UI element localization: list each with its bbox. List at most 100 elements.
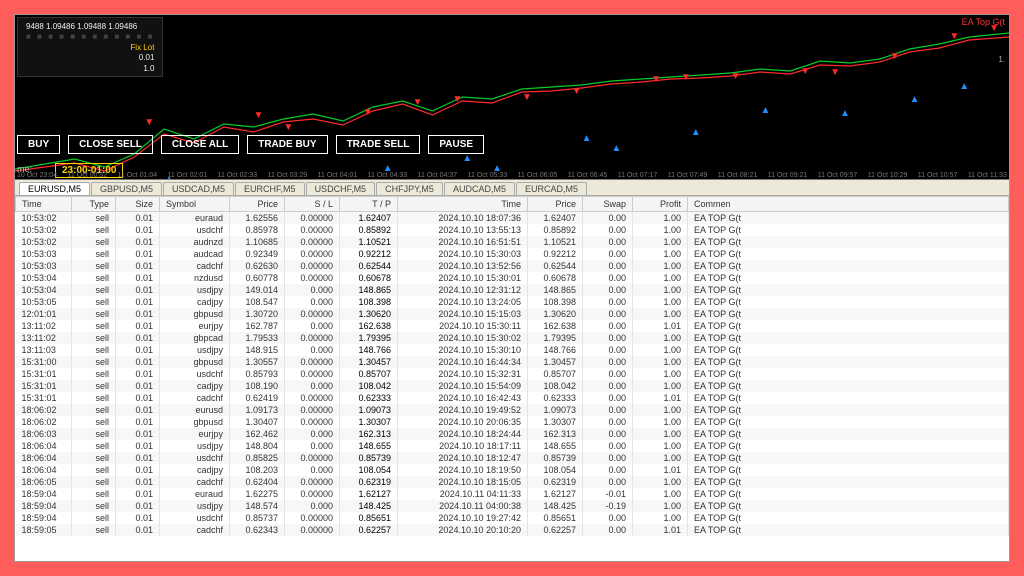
col-profit[interactable]: Profit (633, 197, 688, 212)
col-sl[interactable]: S / L (285, 197, 340, 212)
table-row[interactable]: 13:11:02sell0.01gbpcad1.795330.000001.79… (16, 332, 1009, 344)
cell-sym: euraud (160, 488, 230, 500)
trade-history-table[interactable]: TimeTypeSizeSymbolPriceS / LT / PTimePri… (15, 196, 1009, 561)
table-row[interactable]: 15:31:01sell0.01cadjpy108.1900.000108.04… (16, 380, 1009, 392)
table-row[interactable]: 10:53:02sell0.01usdchf0.859780.000000.85… (16, 224, 1009, 236)
table-row[interactable]: 18:06:02sell0.01gbpusd1.304070.000001.30… (16, 416, 1009, 428)
cell-size: 0.01 (116, 404, 160, 416)
cell-type: sell (72, 320, 116, 332)
cell-profit: 1.01 (633, 464, 688, 476)
cell-t: 10:53:02 (16, 212, 72, 225)
buy-button[interactable]: BUY (17, 135, 60, 154)
table-row[interactable]: 18:06:03sell0.01eurjpy162.4620.000162.31… (16, 428, 1009, 440)
cell-price: 108.203 (230, 464, 285, 476)
cell-price: 0.62343 (230, 524, 285, 536)
cell-t: 15:31:01 (16, 392, 72, 404)
tab-usdcad-m5[interactable]: USDCAD,M5 (163, 182, 234, 195)
table-row[interactable]: 18:06:05sell0.01cadchf0.624040.000000.62… (16, 476, 1009, 488)
cell-cp: 1.62407 (528, 212, 583, 225)
close-all-button[interactable]: CLOSE ALL (161, 135, 239, 154)
col-price[interactable]: Price (230, 197, 285, 212)
tab-eurusd-m5[interactable]: EURUSD,M5 (19, 182, 90, 195)
cell-c: EA TOP G(t (688, 488, 1009, 500)
cell-c: EA TOP G(t (688, 500, 1009, 512)
tab-gbpusd-m5[interactable]: GBPUSD,M5 (91, 182, 162, 195)
cell-t: 18:59:04 (16, 512, 72, 524)
cell-price: 1.30720 (230, 308, 285, 320)
cell-sym: cadjpy (160, 464, 230, 476)
table-row[interactable]: 10:53:05sell0.01cadjpy108.5470.000108.39… (16, 296, 1009, 308)
x-tick: 11 Oct 10:57 (918, 172, 958, 179)
cell-price: 108.190 (230, 380, 285, 392)
table-row[interactable]: 10:53:04sell0.01usdjpy149.0140.000148.86… (16, 284, 1009, 296)
cell-tp: 0.85707 (340, 368, 398, 380)
cell-price: 1.30557 (230, 356, 285, 368)
tab-eurcad-m5[interactable]: EURCAD,M5 (516, 182, 587, 195)
cell-sym: usdjpy (160, 500, 230, 512)
cell-type: sell (72, 272, 116, 284)
cell-size: 0.01 (116, 392, 160, 404)
table-row[interactable]: 18:59:05sell0.01cadchf0.623430.000000.62… (16, 524, 1009, 536)
tab-usdchf-m5[interactable]: USDCHF,M5 (306, 182, 376, 195)
col-commen[interactable]: Commen (688, 197, 1009, 212)
col-swap[interactable]: Swap (583, 197, 633, 212)
chart-panel[interactable]: EA Top G(t 9488 1.09486 1.09488 1.09486 … (15, 15, 1009, 180)
pause-button[interactable]: PAUSE (428, 135, 484, 154)
trade-sell-button[interactable]: TRADE SELL (336, 135, 421, 154)
table-row[interactable]: 15:31:01sell0.01usdchf0.857930.000000.85… (16, 368, 1009, 380)
table-row[interactable]: 18:06:04sell0.01usdchf0.858250.000000.85… (16, 452, 1009, 464)
table-row[interactable]: 18:59:04sell0.01usdjpy148.5740.000148.42… (16, 500, 1009, 512)
table-row[interactable]: 18:06:04sell0.01cadjpy108.2030.000108.05… (16, 464, 1009, 476)
cell-c: EA TOP G(t (688, 380, 1009, 392)
arrow-down-icon: ▼ (572, 86, 582, 97)
col-time[interactable]: Time (398, 197, 528, 212)
arrow-down-icon: ▼ (681, 72, 691, 83)
cell-type: sell (72, 344, 116, 356)
cell-type: sell (72, 428, 116, 440)
table-row[interactable]: 18:59:04sell0.01euraud1.622750.000001.62… (16, 488, 1009, 500)
x-tick: 11 Oct 01:04 (118, 172, 158, 179)
table-row[interactable]: 13:11:03sell0.01usdjpy148.9150.000148.76… (16, 344, 1009, 356)
col-price[interactable]: Price (528, 197, 583, 212)
cell-sym: usdjpy (160, 440, 230, 452)
table-row[interactable]: 18:06:02sell0.01eurusd1.091730.000001.09… (16, 404, 1009, 416)
table-row[interactable]: 10:53:02sell0.01euraud1.625560.000001.62… (16, 212, 1009, 225)
col-time[interactable]: Time (16, 197, 72, 212)
table-row[interactable]: 18:06:04sell0.01usdjpy148.8040.000148.65… (16, 440, 1009, 452)
cell-cp: 0.62544 (528, 260, 583, 272)
table-row[interactable]: 15:31:01sell0.01cadchf0.624190.000000.62… (16, 392, 1009, 404)
table-row[interactable]: 10:53:02sell0.01audnzd1.106850.000001.10… (16, 236, 1009, 248)
cell-swap: 0.00 (583, 440, 633, 452)
table-row[interactable]: 13:11:02sell0.01eurjpy162.7870.000162.63… (16, 320, 1009, 332)
col-type[interactable]: Type (72, 197, 116, 212)
close-sell-button[interactable]: CLOSE SELL (68, 135, 153, 154)
table-row[interactable]: 10:53:04sell0.01nzdusd0.607780.000000.60… (16, 272, 1009, 284)
cell-size: 0.01 (116, 356, 160, 368)
cell-sym: gbpusd (160, 356, 230, 368)
cell-c: EA TOP G(t (688, 404, 1009, 416)
cell-cp: 108.042 (528, 380, 583, 392)
cell-type: sell (72, 404, 116, 416)
cell-ct: 2024.10.10 15:15:03 (398, 308, 528, 320)
cell-price: 0.85978 (230, 224, 285, 236)
cell-c: EA TOP G(t (688, 428, 1009, 440)
col-size[interactable]: Size (116, 197, 160, 212)
cell-tp: 0.85739 (340, 452, 398, 464)
trade-buy-button[interactable]: TRADE BUY (247, 135, 327, 154)
cell-sym: usdjpy (160, 284, 230, 296)
table-body: 10:53:02sell0.01euraud1.625560.000001.62… (16, 212, 1009, 537)
col-tp[interactable]: T / P (340, 197, 398, 212)
cell-ct: 2024.10.10 15:30:10 (398, 344, 528, 356)
col-symbol[interactable]: Symbol (160, 197, 230, 212)
cell-ct: 2024.10.10 20:10:20 (398, 524, 528, 536)
cell-size: 0.01 (116, 452, 160, 464)
table-row[interactable]: 18:59:04sell0.01usdchf0.857370.000000.85… (16, 512, 1009, 524)
tab-eurchf-m5[interactable]: EURCHF,M5 (235, 182, 305, 195)
table-row[interactable]: 10:53:03sell0.01audcad0.923490.000000.92… (16, 248, 1009, 260)
table-row[interactable]: 15:31:00sell0.01gbpusd1.305570.000001.30… (16, 356, 1009, 368)
table-row[interactable]: 10:53:03sell0.01cadchf0.626300.000000.62… (16, 260, 1009, 272)
tab-chfjpy-m5[interactable]: CHFJPY,M5 (376, 182, 443, 195)
cell-tp: 0.60678 (340, 272, 398, 284)
tab-audcad-m5[interactable]: AUDCAD,M5 (444, 182, 515, 195)
table-row[interactable]: 12:01:01sell0.01gbpusd1.307200.000001.30… (16, 308, 1009, 320)
